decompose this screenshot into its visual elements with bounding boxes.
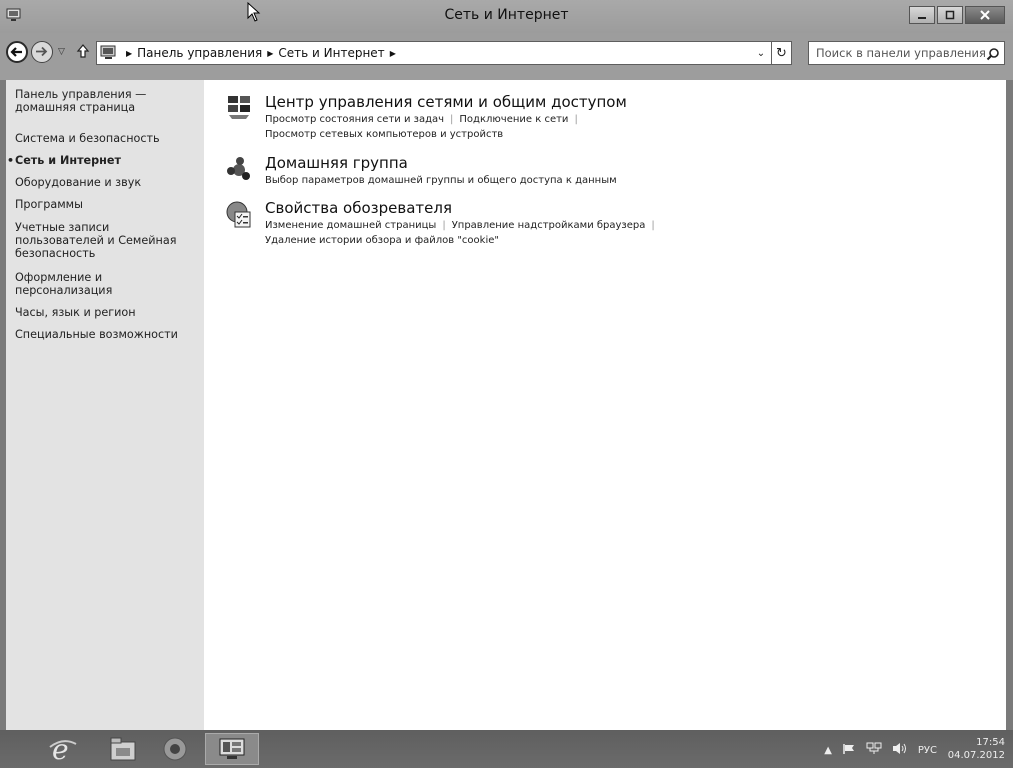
link-divider: | — [651, 220, 655, 231]
breadcrumb-network-internet[interactable]: Сеть и Интернет — [278, 46, 384, 60]
sidebar-item-home[interactable]: Панель управления — домашняя страница — [15, 88, 200, 114]
forward-arrow-icon — [36, 46, 48, 57]
search-input[interactable]: Поиск в панели управления — [808, 41, 1005, 65]
search-placeholder: Поиск в панели управления — [816, 46, 986, 60]
file-explorer-icon — [110, 737, 136, 761]
link-view-network-computers[interactable]: Просмотр сетевых компьютеров и устройств — [265, 129, 503, 140]
back-arrow-icon — [10, 47, 22, 57]
sidebar-item-system-security[interactable]: Система и безопасность — [15, 132, 200, 145]
breadcrumb-chevron-icon[interactable]: ▶ — [267, 49, 273, 58]
breadcrumb-chevron-icon[interactable]: ▶ — [126, 49, 132, 58]
taskbar: e ▲ РУС 17:54 04.07.2012 — [0, 730, 1013, 768]
link-divider: | — [574, 114, 578, 125]
clock[interactable]: 17:54 04.07.2012 — [948, 736, 1005, 762]
volume-icon[interactable] — [892, 742, 908, 758]
svg-text:e: e — [52, 735, 69, 763]
language-indicator[interactable]: РУС — [918, 745, 937, 756]
current-item-bullet: • — [7, 154, 15, 167]
sidebar: Панель управления — домашняя страница Си… — [6, 80, 204, 730]
link-divider: | — [442, 220, 446, 231]
taskbar-file-explorer[interactable] — [96, 733, 150, 765]
address-row: ▽ ▶ Панель управления ▶ Сеть и Интернет ▶ ⌄ … — [0, 33, 1013, 80]
show-hidden-icons-icon[interactable]: ▲ — [824, 745, 832, 756]
link-homegroup-settings[interactable]: Выбор параметров домашней группы и общег… — [265, 175, 617, 186]
forward-button[interactable] — [31, 41, 53, 63]
internet-explorer-icon: e — [49, 735, 77, 763]
link-divider: | — [450, 114, 454, 125]
media-icon — [163, 737, 187, 761]
link-manage-addons[interactable]: Управление надстройками браузера — [452, 220, 646, 231]
sidebar-item-programs[interactable]: Программы — [15, 198, 200, 211]
sidebar-item-clock-region[interactable]: Часы, язык и регион — [15, 306, 200, 319]
back-button[interactable] — [6, 41, 28, 63]
search-icon[interactable] — [986, 46, 1000, 65]
breadcrumb-control-panel[interactable]: Панель управления — [137, 46, 262, 60]
action-center-flag-icon[interactable] — [842, 743, 856, 758]
recent-locations-chevron-icon[interactable]: ▽ — [58, 47, 65, 57]
refresh-icon: ↻ — [776, 45, 787, 61]
internet-options-icon — [226, 201, 252, 228]
minimize-icon — [918, 17, 926, 19]
address-bar[interactable]: ▶ Панель управления ▶ Сеть и Интернет ▶ ⌄ — [96, 41, 782, 65]
category-title[interactable]: Центр управления сетями и общим доступом — [265, 93, 627, 111]
minimize-button[interactable] — [909, 6, 935, 24]
main-content: Центр управления сетями и общим доступом… — [204, 80, 1006, 730]
taskbar-internet-explorer[interactable]: e — [36, 733, 90, 765]
title-bar: Сеть и Интернет — [0, 0, 1013, 33]
sidebar-item-appearance[interactable]: Оформление и персонализация — [15, 271, 145, 297]
breadcrumb-chevron-icon[interactable]: ▶ — [390, 49, 396, 58]
sidebar-item-user-accounts[interactable]: Учетные записи пользователей и Семейная … — [15, 221, 190, 260]
up-arrow-icon — [76, 44, 90, 58]
network-center-icon — [226, 95, 252, 121]
category-title[interactable]: Домашняя группа — [265, 154, 408, 172]
sidebar-item-accessibility[interactable]: Специальные возможности — [15, 328, 200, 341]
clock-date: 04.07.2012 — [947, 750, 1005, 761]
system-tray: ▲ РУС — [824, 742, 937, 758]
taskbar-media[interactable] — [148, 733, 202, 765]
link-connect-network[interactable]: Подключение к сети — [459, 114, 568, 125]
restore-icon — [945, 10, 955, 20]
sidebar-item-hardware-sound[interactable]: Оборудование и звук — [15, 176, 200, 189]
control-panel-icon — [219, 738, 245, 759]
up-button[interactable] — [76, 43, 90, 63]
sidebar-item-network-internet[interactable]: • Сеть и Интернет — [7, 154, 200, 167]
clock-time: 17:54 — [976, 737, 1005, 748]
link-delete-history[interactable]: Удаление истории обзора и файлов "cookie… — [265, 235, 499, 246]
sidebar-item-label: Сеть и Интернет — [15, 154, 121, 167]
close-icon — [980, 10, 990, 20]
maximize-button[interactable] — [937, 6, 963, 24]
close-button[interactable] — [965, 6, 1005, 24]
refresh-button[interactable]: ↻ — [771, 41, 792, 65]
homegroup-icon — [226, 156, 252, 182]
address-dropdown-icon[interactable]: ⌄ — [752, 41, 770, 65]
window-title: Сеть и Интернет — [444, 7, 569, 23]
control-panel-icon — [100, 45, 117, 65]
taskbar-control-panel[interactable] — [205, 733, 259, 765]
link-change-home-page[interactable]: Изменение домашней страницы — [265, 220, 436, 231]
link-network-status[interactable]: Просмотр состояния сети и задач — [265, 114, 444, 125]
category-title[interactable]: Свойства обозревателя — [265, 199, 452, 217]
network-icon[interactable] — [866, 742, 882, 758]
